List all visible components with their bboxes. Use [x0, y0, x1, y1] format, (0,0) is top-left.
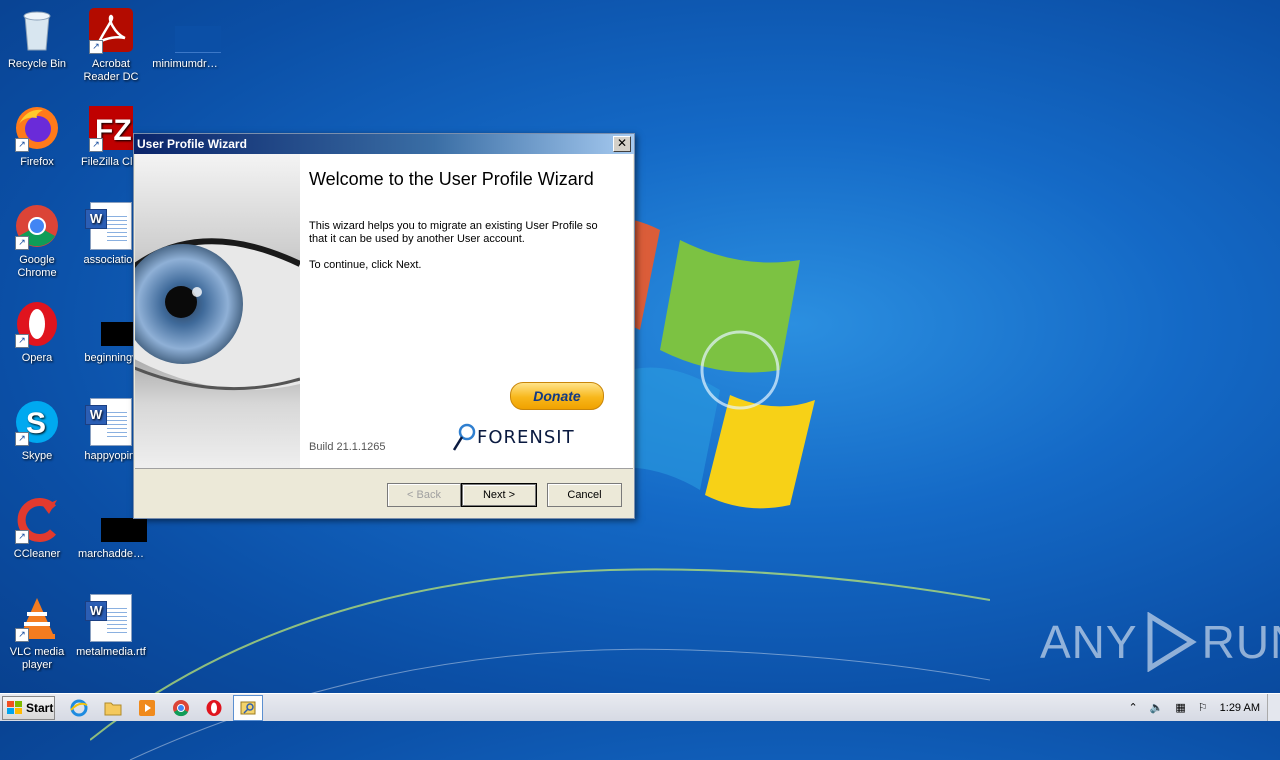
desktop-icon-opera[interactable]: ↗ Opera [0, 300, 74, 365]
show-hidden-icons-icon[interactable]: ⌃ [1128, 701, 1137, 714]
word-document-icon: W [85, 398, 135, 446]
shortcut-arrow-icon: ↗ [15, 432, 29, 446]
internet-explorer-icon[interactable] [68, 697, 90, 719]
shortcut-arrow-icon: ↗ [15, 628, 29, 642]
wizard-instruction: To continue, click Next. [309, 259, 422, 271]
opera-icon: ↗ [13, 300, 61, 348]
desktop-icon-chrome[interactable]: ↗ Google Chrome [0, 202, 74, 280]
file-icon [161, 6, 221, 54]
eye-image [135, 154, 300, 468]
desktop-icon-firefox[interactable]: ↗ Firefox [0, 104, 74, 169]
desktop-icon-recycle-bin[interactable]: Recycle Bin [0, 6, 74, 71]
next-button[interactable]: Next > [461, 483, 537, 507]
brand-name: FORENSIT [477, 426, 575, 448]
taskbar: Start ⌃ 🔈 ▦ ⚐ 1:29 AM [0, 693, 1280, 721]
volume-icon[interactable]: 🔈 [1150, 701, 1164, 714]
welcome-heading: Welcome to the User Profile Wizard [309, 169, 594, 189]
clock[interactable]: 1:29 AM [1220, 702, 1260, 714]
wizard-content: Welcome to the User Profile Wizard This … [135, 154, 633, 469]
desktop-icon-minimumdr[interactable]: minimumdr… [148, 6, 222, 71]
system-tray: ⌃ 🔈 ▦ ⚐ 1:29 AM [1122, 694, 1280, 721]
skype-icon: S ↗ [13, 398, 61, 446]
acrobat-icon: ↗ [87, 6, 135, 54]
show-desktop-button[interactable] [1267, 694, 1280, 721]
firefox-icon: ↗ [13, 104, 61, 152]
user-profile-wizard-taskbar-icon[interactable] [233, 695, 263, 721]
vlc-icon: ↗ [13, 594, 61, 642]
window-titlebar[interactable]: User Profile Wizard ✕ [134, 134, 634, 154]
shortcut-arrow-icon: ↗ [15, 530, 29, 544]
desktop-icon-vlc[interactable]: ↗ VLC media player [0, 594, 74, 672]
back-button[interactable]: < Back [387, 483, 461, 507]
chrome-icon: ↗ [13, 202, 61, 250]
forensit-logo: FORENSIT [451, 422, 575, 452]
file-explorer-icon[interactable] [102, 697, 124, 719]
wallpaper-swoosh [90, 568, 990, 760]
action-center-flag-icon[interactable]: ⚐ [1198, 701, 1208, 714]
donate-button[interactable]: Donate [510, 382, 604, 410]
build-version: Build 21.1.1265 [309, 441, 386, 453]
filezilla-icon: FZ ↗ [87, 104, 135, 152]
shortcut-arrow-icon: ↗ [15, 138, 29, 152]
cancel-button[interactable]: Cancel [547, 483, 622, 507]
shortcut-arrow-icon: ↗ [89, 40, 103, 54]
play-logo-icon [1147, 612, 1197, 672]
chrome-taskbar-icon[interactable] [170, 697, 192, 719]
desktop-icon-ccleaner[interactable]: ↗ CCleaner [0, 496, 74, 561]
word-document-icon: W [85, 202, 135, 250]
file-icon [87, 496, 147, 544]
desktop-icon-metalmedia[interactable]: W metalmedia.rtf [74, 594, 148, 659]
windows-flag-icon [7, 701, 22, 714]
word-document-icon: W [85, 594, 135, 642]
shortcut-arrow-icon: ↗ [89, 138, 103, 152]
shortcut-arrow-icon: ↗ [15, 334, 29, 348]
window-title: User Profile Wizard [137, 137, 247, 151]
user-profile-wizard-window: User Profile Wizard ✕ Welcome to the Use… [133, 133, 635, 519]
opera-taskbar-icon[interactable] [203, 697, 225, 719]
file-icon [87, 300, 147, 348]
network-icon[interactable]: ▦ [1175, 701, 1185, 714]
magnifier-icon [452, 423, 476, 451]
anyrun-watermark: ANY RUN [1040, 612, 1280, 672]
recycle-bin-icon [13, 6, 61, 54]
wizard-description: This wizard helps you to migrate an exis… [309, 220, 598, 245]
shortcut-arrow-icon: ↗ [15, 236, 29, 250]
svg-text:S: S [26, 407, 46, 440]
close-button[interactable]: ✕ [613, 136, 631, 152]
ccleaner-icon: ↗ [13, 496, 61, 544]
desktop-icon-skype[interactable]: S ↗ Skype [0, 398, 74, 463]
desktop-icon-acrobat[interactable]: ↗ Acrobat Reader DC [74, 6, 148, 84]
media-player-icon[interactable] [136, 697, 158, 719]
start-button[interactable]: Start [2, 696, 55, 720]
